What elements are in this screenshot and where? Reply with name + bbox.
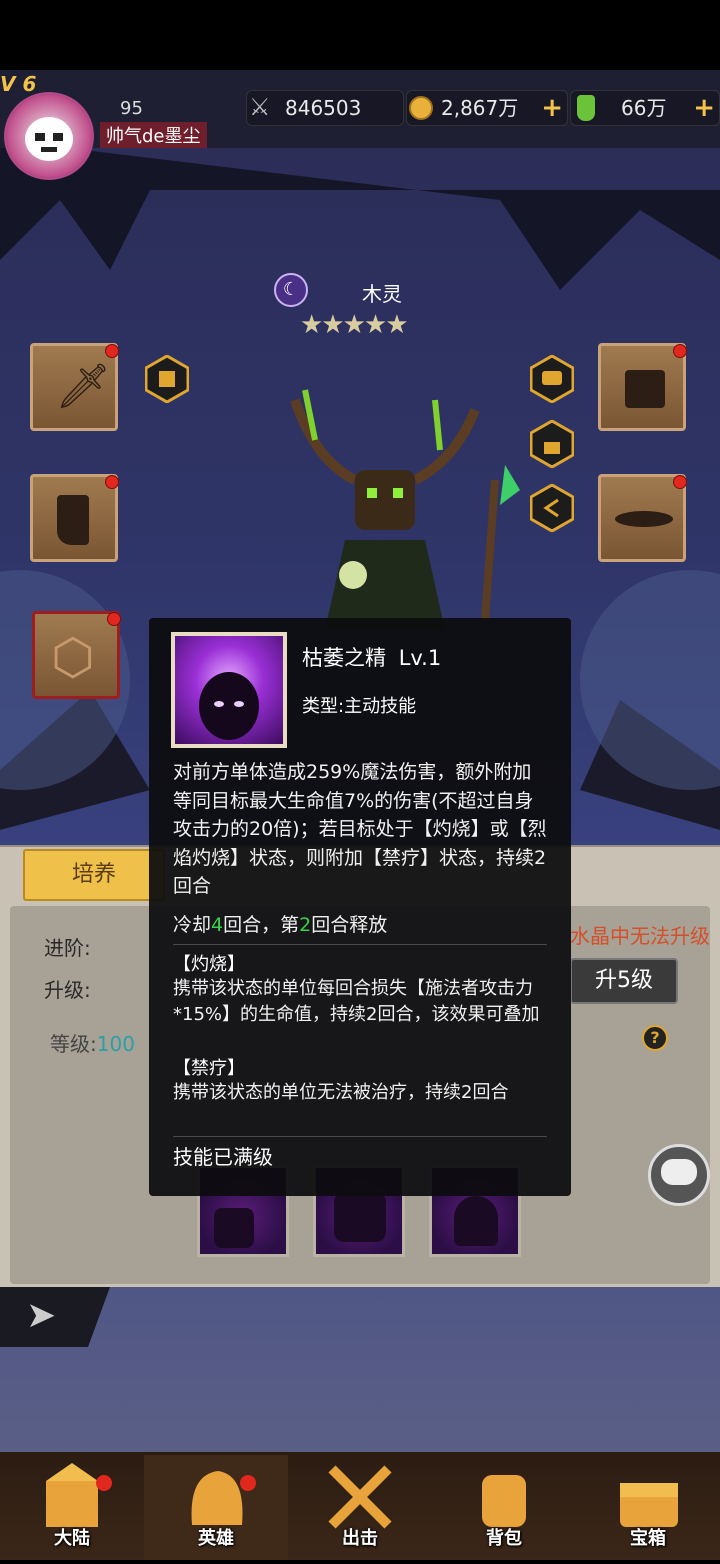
nav-attack[interactable]: 出击 [288,1455,432,1560]
chat-bubble-icon[interactable] [530,355,574,403]
level-value: 100 [96,1032,135,1056]
hat-icon [615,511,673,527]
slot-accessory-badge [107,612,121,626]
skill-type: 类型:主动技能 [302,696,417,717]
slot-hat-badge [673,475,687,489]
skill-icon-large [171,632,287,748]
hero-name: 木灵 [362,282,402,306]
heal-ban-title: 【禁疗】 [173,1058,245,1079]
add-potion-button[interactable]: + [693,91,715,125]
burn-title: 【灼烧】 [173,954,245,975]
hooded-figure-skill-icon [454,1196,498,1246]
heal-ban-description: 携带该状态的单位无法被治疗，持续2回合 [173,1082,509,1103]
skull-icon [25,117,73,161]
power-value: 846503 [285,96,362,120]
return-arrow-icon[interactable] [530,484,574,532]
skill-description: 对前方单体造成259%魔法伤害，额外附加等同目标最大生命值7%的伤害(不超过自身… [173,761,547,897]
nav-attack-label: 出击 [342,1528,378,1549]
moon-element-icon: ☾ [274,273,308,307]
skill-maxed-text: 技能已满级 [173,1145,273,1169]
cooldown-line: 冷却4回合，第2回合释放 [173,911,547,940]
potion-value: 66万 [621,96,667,120]
nav-backpack[interactable]: 背包 [432,1455,576,1560]
upgrade-5-button[interactable]: 升5级 [570,958,678,1004]
nav-heroes[interactable]: 英雄 [144,1455,288,1560]
tab-cultivate-label: 培养 [71,862,116,887]
cooldown-suffix: 回合释放 [311,914,388,936]
skill-detail-popup: 枯萎之精 Lv.1 类型:主动技能 对前方单体造成259%魔法伤害，额外附加等同… [149,618,571,1196]
skill-title: 枯萎之精 Lv.1 [302,642,441,672]
player-name: 帅气de墨尘 [100,122,207,148]
hexagon-gem-icon: ⬡ [51,628,95,686]
nav-chest[interactable]: 宝箱 [576,1455,720,1560]
level-label-text: 等级: [50,1032,97,1056]
potion-bottle-icon [577,95,595,121]
cooldown-mid: 回合，第 [223,914,300,936]
player-avatar[interactable] [4,92,94,180]
boot-icon [57,495,89,545]
costume-icon[interactable] [145,355,189,403]
nav-continent-label: 大陆 [54,1528,90,1549]
gold-value: 2,867万 [441,96,519,120]
hooded-figure-icon [199,672,259,740]
slot-boots[interactable] [30,474,119,562]
speech-bubble-icon [661,1159,697,1185]
fists-skill-icon [334,1192,386,1242]
claw-skill-icon [214,1208,254,1248]
help-icon[interactable]: ? [642,1025,668,1051]
cooldown-prefix: 冷却 [173,914,212,936]
burn-description: 携带该状态的单位每回合损失【施法者攻击力*15%】的生命值，持续2回合，该效果可… [173,978,540,1025]
gold-display: 2,867万 + [406,90,568,126]
upgrade-label: 升级: [44,978,91,1002]
hero-stars: ★★★★★ [300,310,409,340]
tab-cultivate[interactable]: 培养 [23,849,165,901]
advance-label: 进阶: [44,936,91,960]
player-level: 95 [120,98,143,119]
slot-hat[interactable] [598,474,687,562]
slot-armor[interactable] [598,343,687,431]
unlock-icon[interactable] [530,420,574,468]
divider-1 [173,944,547,945]
slot-weapon-badge [105,344,119,358]
shirt-icon [625,370,665,408]
skill-name: 枯萎之精 [302,646,386,670]
back-arrow-icon: ➤ [26,1295,57,1336]
warning-text: 水晶中无法升级 [570,924,710,948]
crossed-swords-icon: ⚔ [249,93,271,121]
release-value: 2 [299,914,312,936]
skill-level: Lv.1 [398,646,442,670]
power-display: ⚔ 846503 [246,90,404,126]
nav-backpack-label: 背包 [486,1528,522,1549]
divider-2 [173,1136,547,1137]
slot-weapon[interactable]: 🗡 [30,343,119,431]
slot-boots-badge [105,475,119,489]
nav-chest-label: 宝箱 [630,1528,666,1549]
nav-heroes-label: 英雄 [198,1528,234,1549]
slot-armor-badge [673,344,687,358]
sword-icon: 🗡 [55,361,111,412]
vip-label: V 6 [0,72,37,96]
level-label: 等级:100 [50,1028,135,1057]
chat-button[interactable] [648,1144,710,1206]
add-gold-button[interactable]: + [541,91,563,125]
slot-accessory[interactable]: ⬡ [32,611,121,699]
nav-continent[interactable]: 大陆 [0,1455,144,1560]
potion-display: 66万 + [570,90,720,126]
cooldown-value: 4 [211,914,224,936]
hero-treant-figure [290,389,520,630]
upgrade-5-label: 升5级 [595,968,653,993]
gold-coin-icon [409,96,433,120]
